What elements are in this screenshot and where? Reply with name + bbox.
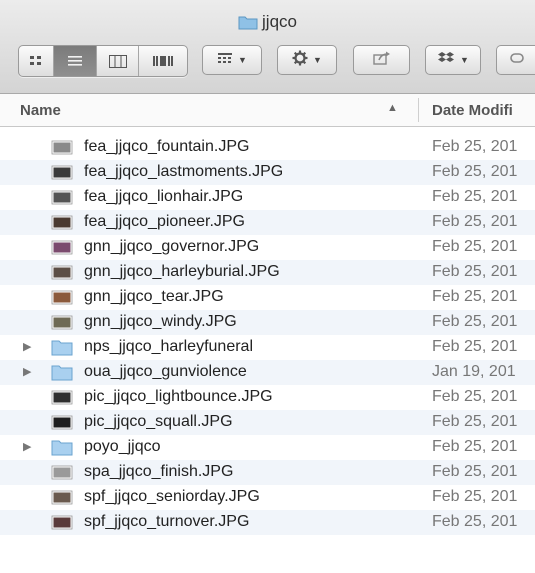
file-name: nps_jjqco_harleyfuneral — [84, 338, 253, 355]
date-modified: Feb 25, 201 — [432, 338, 518, 355]
file-name: spf_jjqco_turnover.JPG — [84, 513, 250, 530]
file-row[interactable]: fea_jjqco_fountain.JPG Feb 25, 201 — [0, 135, 535, 160]
image-thumbnail-icon — [51, 139, 73, 156]
file-row[interactable]: gnn_jjqco_governor.JPG Feb 25, 201 — [0, 235, 535, 260]
date-modified: Feb 25, 201 — [432, 163, 518, 180]
date-modified: Feb 25, 201 — [432, 463, 518, 480]
file-name: fea_jjqco_lionhair.JPG — [84, 188, 244, 205]
file-row[interactable]: gnn_jjqco_windy.JPG Feb 25, 201 — [0, 310, 535, 335]
file-list: fea_jjqco_fountain.JPG Feb 25, 201 fea_jjq… — [0, 135, 535, 535]
disclosure-triangle-icon[interactable]: ▶ — [23, 365, 31, 378]
image-thumbnail-icon — [51, 239, 73, 256]
tags-icon — [509, 51, 524, 69]
chevron-down-icon: ▼ — [238, 55, 247, 65]
date-modified: Feb 25, 201 — [432, 413, 518, 430]
file-name: spf_jjqco_seniorday.JPG — [84, 488, 260, 505]
view-mode-control[interactable] — [18, 45, 188, 77]
disclosure-triangle-icon[interactable]: ▶ — [23, 340, 31, 353]
folder-row[interactable]: ▶ oua_jjqco_gunviolence Jan 19, 201 — [0, 360, 535, 385]
file-name: gnn_jjqco_tear.JPG — [84, 288, 224, 305]
window-title: jjqco — [0, 12, 535, 35]
date-modified: Feb 25, 201 — [432, 213, 518, 230]
image-thumbnail-icon — [51, 514, 73, 531]
folder-icon — [51, 364, 73, 381]
date-modified: Feb 25, 201 — [432, 513, 518, 530]
file-row[interactable]: fea_jjqco_pioneer.JPG Feb 25, 201 — [0, 210, 535, 235]
file-row[interactable]: fea_jjqco_lastmoments.JPG Feb 25, 201 — [0, 160, 535, 185]
date-column-header[interactable]: Date Modifi — [432, 102, 513, 119]
file-name: pic_jjqco_lightbounce.JPG — [84, 388, 273, 405]
file-name: fea_jjqco_lastmoments.JPG — [84, 163, 284, 180]
column-header: Name ▲ Date Modifi — [0, 94, 535, 127]
folder-icon — [51, 339, 73, 356]
file-row[interactable]: fea_jjqco_lionhair.JPG Feb 25, 201 — [0, 185, 535, 210]
list-view-icon[interactable] — [54, 46, 97, 76]
file-row[interactable]: spf_jjqco_turnover.JPG Feb 25, 201 — [0, 510, 535, 535]
image-thumbnail-icon — [51, 414, 73, 431]
file-name: pic_jjqco_squall.JPG — [84, 413, 233, 430]
folder-row[interactable]: ▶ poyo_jjqco Feb 25, 201 — [0, 435, 535, 460]
image-thumbnail-icon — [51, 464, 73, 481]
gear-icon — [292, 50, 308, 71]
date-modified: Feb 25, 201 — [432, 438, 518, 455]
sort-ascending-icon[interactable]: ▲ — [387, 102, 398, 114]
arrange-icon — [217, 51, 233, 69]
window-title-text: jjqco — [262, 12, 297, 31]
title-toolbar: jjqco ▼ ▼ ▼ — [0, 0, 535, 94]
date-modified: Feb 25, 201 — [432, 288, 518, 305]
tags-button[interactable] — [496, 45, 535, 75]
date-modified: Feb 25, 201 — [432, 313, 518, 330]
share-icon — [372, 51, 391, 70]
image-thumbnail-icon — [51, 314, 73, 331]
file-name: gnn_jjqco_harleyburial.JPG — [84, 263, 280, 280]
file-name: poyo_jjqco — [84, 438, 161, 455]
action-button[interactable]: ▼ — [277, 45, 337, 75]
chevron-down-icon: ▼ — [313, 55, 322, 65]
file-row[interactable]: pic_jjqco_squall.JPG Feb 25, 201 — [0, 410, 535, 435]
column-divider[interactable] — [418, 98, 419, 122]
date-modified: Feb 25, 201 — [432, 188, 518, 205]
dropbox-button[interactable]: ▼ — [425, 45, 481, 75]
file-name: fea_jjqco_pioneer.JPG — [84, 213, 245, 230]
column-view-icon[interactable] — [97, 46, 139, 76]
file-name: oua_jjqco_gunviolence — [84, 363, 247, 380]
disclosure-triangle-icon[interactable]: ▶ — [23, 440, 31, 453]
folder-icon — [238, 14, 258, 35]
image-thumbnail-icon — [51, 164, 73, 181]
file-name: gnn_jjqco_windy.JPG — [84, 313, 237, 330]
folder-row[interactable]: ▶ nps_jjqco_harleyfuneral Feb 25, 201 — [0, 335, 535, 360]
file-name: gnn_jjqco_governor.JPG — [84, 238, 260, 255]
image-thumbnail-icon — [51, 489, 73, 506]
coverflow-view-icon[interactable] — [139, 46, 187, 76]
date-modified: Feb 25, 201 — [432, 388, 518, 405]
date-modified: Feb 25, 201 — [432, 263, 518, 280]
icon-view-icon[interactable] — [19, 46, 54, 76]
file-row[interactable]: gnn_jjqco_tear.JPG Feb 25, 201 — [0, 285, 535, 310]
file-row[interactable]: spa_jjqco_finish.JPG Feb 25, 201 — [0, 460, 535, 485]
dropbox-icon — [437, 51, 455, 70]
file-name: fea_jjqco_fountain.JPG — [84, 138, 250, 155]
share-button[interactable] — [353, 45, 410, 75]
file-row[interactable]: spf_jjqco_seniorday.JPG Feb 25, 201 — [0, 485, 535, 510]
image-thumbnail-icon — [51, 389, 73, 406]
date-modified: Feb 25, 201 — [432, 138, 518, 155]
date-modified: Feb 25, 201 — [432, 238, 518, 255]
image-thumbnail-icon — [51, 289, 73, 306]
folder-icon — [51, 439, 73, 456]
image-thumbnail-icon — [51, 189, 73, 206]
finder-window: jjqco ▼ ▼ ▼ Name ▲ Date Modifi fea_jjqco… — [0, 0, 535, 573]
date-modified: Jan 19, 201 — [432, 363, 516, 380]
name-column-header[interactable]: Name — [20, 102, 61, 119]
arrange-button[interactable]: ▼ — [202, 45, 262, 75]
file-row[interactable]: gnn_jjqco_harleyburial.JPG Feb 25, 201 — [0, 260, 535, 285]
chevron-down-icon: ▼ — [460, 55, 469, 65]
image-thumbnail-icon — [51, 214, 73, 231]
file-name: spa_jjqco_finish.JPG — [84, 463, 234, 480]
date-modified: Feb 25, 201 — [432, 488, 518, 505]
file-row[interactable]: pic_jjqco_lightbounce.JPG Feb 25, 201 — [0, 385, 535, 410]
image-thumbnail-icon — [51, 264, 73, 281]
